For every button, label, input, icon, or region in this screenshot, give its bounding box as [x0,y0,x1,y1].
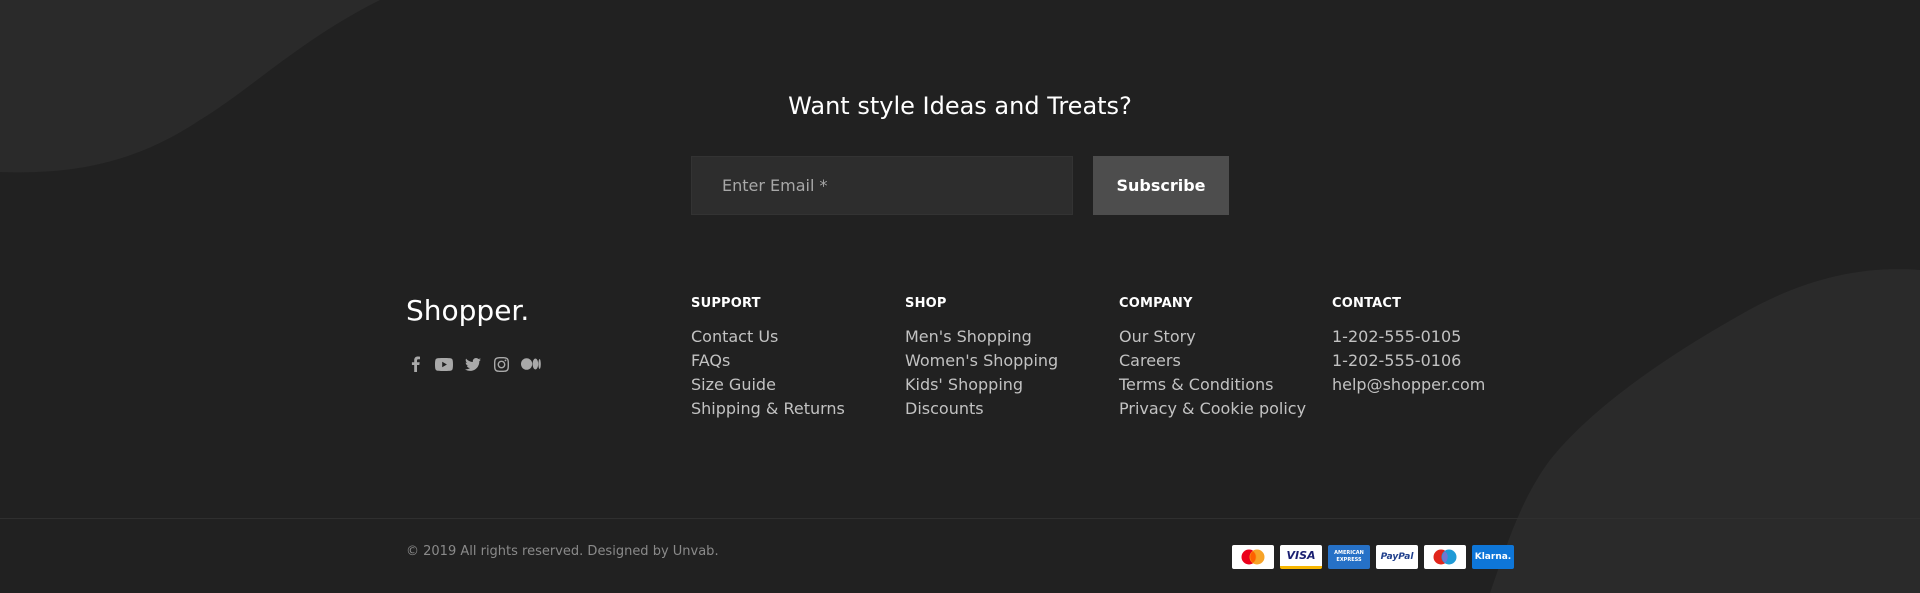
payment-methods: VISA AMERICAN EXPRESS PayPal Klarna. [1232,545,1514,569]
footer-link-privacy-cookie-policy[interactable]: Privacy & Cookie policy [1119,399,1306,418]
visa-label: VISA [1286,549,1316,562]
contact-column: CONTACT 1-202-555-0105 1-202-555-0106 he… [1332,296,1485,397]
instagram-icon[interactable] [492,355,510,373]
amex-icon: AMERICAN EXPRESS [1328,545,1370,569]
support-heading: SUPPORT [691,296,761,311]
footer-link[interactable]: Men's Shopping [905,325,1058,349]
contact-phone-2: 1-202-555-0106 [1332,351,1462,370]
newsletter-section: Want style Ideas and Treats? Subscribe [0,0,1920,240]
email-field[interactable] [691,156,1073,215]
copyright-text: © 2019 All rights reserved. Designed by … [406,544,719,559]
visa-icon: VISA [1280,545,1322,569]
footer-link[interactable]: FAQs [691,349,845,373]
footer-link[interactable]: Contact Us [691,325,845,349]
social-links [406,355,542,373]
facebook-icon[interactable] [406,355,424,373]
amex-label-2: EXPRESS [1336,557,1362,563]
paypal-icon: PayPal [1376,545,1418,569]
newsletter-heading: Want style Ideas and Treats? [788,92,1132,120]
footer-link-terms-conditions[interactable]: Terms & Conditions [1119,375,1273,394]
footer-link-shipping-returns[interactable]: Shipping & Returns [691,399,845,418]
footer-link-faqs[interactable]: FAQs [691,351,730,370]
klarna-label: Klarna. [1474,552,1512,562]
footer-link[interactable]: Discounts [905,397,1058,421]
footer-link-mens-shopping[interactable]: Men's Shopping [905,327,1032,346]
footer-divider [0,518,1920,519]
company-heading: COMPANY [1119,296,1193,311]
footer-link[interactable]: Our Story [1119,325,1306,349]
medium-icon[interactable] [520,355,542,373]
footer-link-kids-shopping[interactable]: Kids' Shopping [905,375,1023,394]
shop-heading: SHOP [905,296,947,311]
footer-link[interactable]: Privacy & Cookie policy [1119,397,1306,421]
twitter-icon[interactable] [464,355,482,373]
footer-link[interactable]: Shipping & Returns [691,397,845,421]
footer-link[interactable]: Terms & Conditions [1119,373,1306,397]
footer-link[interactable]: Women's Shopping [905,349,1058,373]
footer-link-discounts[interactable]: Discounts [905,399,984,418]
footer-link-our-story[interactable]: Our Story [1119,327,1196,346]
footer-link-size-guide[interactable]: Size Guide [691,375,776,394]
youtube-icon[interactable] [434,355,454,373]
contact-heading: CONTACT [1332,296,1402,311]
subscribe-button[interactable]: Subscribe [1093,156,1229,215]
maestro-icon [1424,545,1466,569]
brand-logo[interactable]: Shopper. [406,294,529,327]
paypal-label: PayPal [1380,552,1414,562]
klarna-icon: Klarna. [1472,545,1514,569]
shop-column: SHOP Men's Shopping Women's Shopping Kid… [905,296,1058,421]
company-column: COMPANY Our Story Careers Terms & Condit… [1119,296,1306,421]
contact-phone-1: 1-202-555-0105 [1332,327,1462,346]
support-column: SUPPORT Contact Us FAQs Size Guide Shipp… [691,296,845,421]
contact-email[interactable]: help@shopper.com [1332,373,1485,397]
footer-link-womens-shopping[interactable]: Women's Shopping [905,351,1058,370]
footer-link[interactable]: Careers [1119,349,1306,373]
footer-link-careers[interactable]: Careers [1119,351,1181,370]
footer-link[interactable]: Kids' Shopping [905,373,1058,397]
footer: Shopper. SUPPORT Contact Us FAQs Size Gu… [0,280,1920,520]
footer-link[interactable]: Size Guide [691,373,845,397]
footer-link-contact-us[interactable]: Contact Us [691,327,778,346]
amex-label-1: AMERICAN [1334,550,1364,556]
mastercard-icon [1232,545,1274,569]
